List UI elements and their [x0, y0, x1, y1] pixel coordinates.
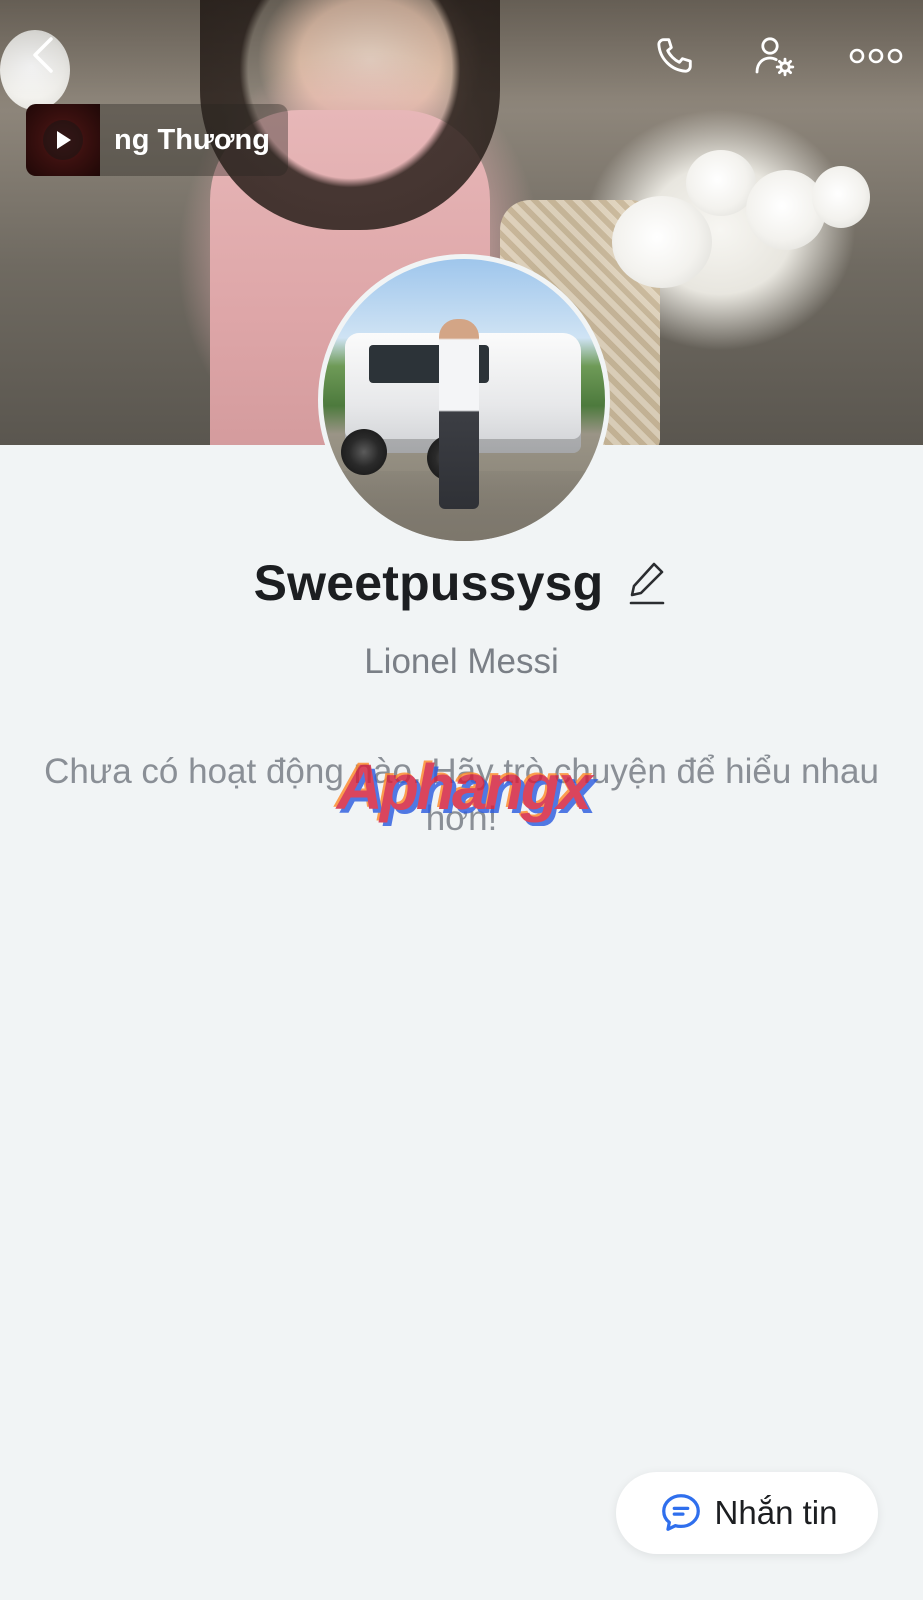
avatar-person — [439, 319, 479, 509]
music-title: ng Thương — [114, 123, 270, 156]
more-options-button[interactable] — [845, 30, 907, 82]
avatar-wheel — [341, 429, 387, 475]
watermark-text: Aphangx — [336, 751, 593, 823]
chevron-left-icon — [33, 37, 53, 73]
profile-name-row: Sweetpussysg — [0, 554, 923, 612]
avatar[interactable] — [318, 254, 610, 546]
profile-subtitle: Lionel Messi — [364, 642, 559, 681]
profile-settings-button[interactable] — [748, 30, 800, 82]
more-horizontal-icon — [849, 48, 903, 64]
play-button[interactable] — [43, 120, 83, 160]
user-settings-icon — [755, 37, 795, 77]
profile-name: Sweetpussysg — [253, 555, 604, 611]
play-icon — [57, 131, 71, 149]
message-button[interactable]: Nhắn tin — [616, 1472, 878, 1554]
profile-music-player[interactable]: ng Thương — [26, 104, 288, 176]
watermark-logo: Aphangx — [318, 751, 608, 823]
call-button[interactable] — [648, 30, 700, 82]
chat-bubble-icon — [657, 1489, 705, 1537]
edit-name-button[interactable] — [625, 559, 669, 607]
phone-icon — [657, 38, 692, 73]
pencil-icon — [630, 562, 665, 605]
music-cover-art — [26, 104, 100, 176]
message-button-label: Nhắn tin — [714, 1494, 838, 1531]
back-button[interactable] — [18, 30, 68, 80]
